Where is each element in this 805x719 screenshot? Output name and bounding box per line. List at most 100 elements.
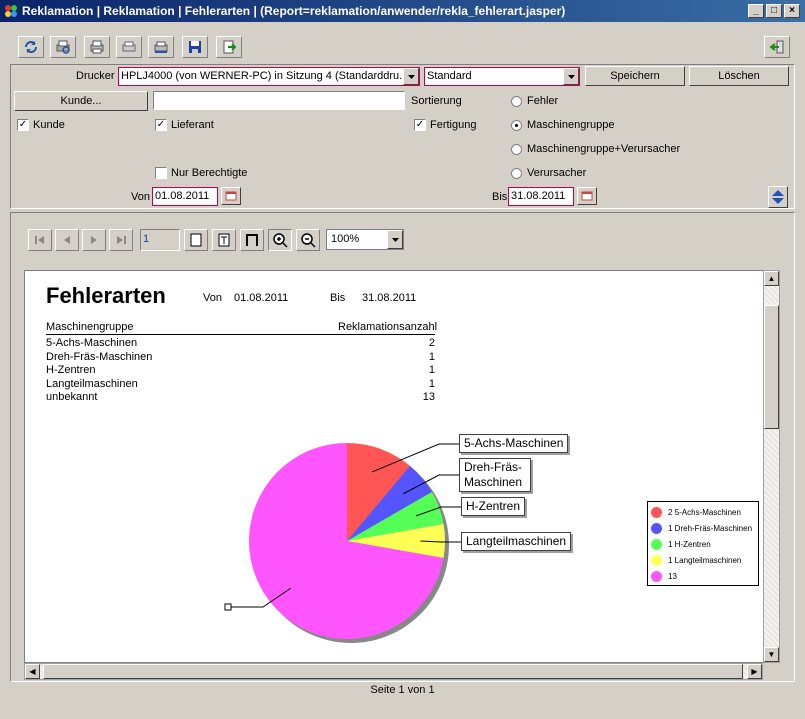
kunde-checkbox[interactable]: ✓ bbox=[17, 119, 29, 131]
printer-setup-button[interactable] bbox=[148, 36, 174, 58]
legend-label: 2 5-Achs-Maschinen bbox=[668, 507, 741, 517]
radio-fehler[interactable] bbox=[511, 96, 522, 107]
calendar-icon bbox=[581, 191, 593, 201]
chart-legend: 2 5-Achs-Maschinen 1 Dreh-Fräs-Maschinen 1… bbox=[647, 501, 759, 586]
chevron-down-icon[interactable] bbox=[563, 68, 579, 85]
callout-label: Langteilmaschinen bbox=[461, 532, 572, 551]
next-page-button[interactable] bbox=[82, 229, 106, 251]
format-value: Standard bbox=[427, 70, 472, 82]
bis-date-field[interactable]: 31.08.2011 bbox=[508, 187, 574, 206]
legend-swatch bbox=[651, 570, 662, 582]
legend-swatch bbox=[651, 522, 662, 534]
next-page-icon bbox=[91, 236, 97, 244]
fit-page-icon bbox=[218, 233, 230, 247]
bis-calendar-button[interactable] bbox=[577, 187, 597, 205]
prev-page-icon bbox=[64, 236, 70, 244]
scroll-up-arrow-icon[interactable]: ▲ bbox=[764, 271, 779, 286]
radio-maschinengruppe[interactable] bbox=[511, 120, 522, 131]
legend-label: 1 Dreh-Fräs-Maschinen bbox=[668, 523, 753, 533]
vertical-scrollbar[interactable]: ▲ ▼ bbox=[763, 270, 780, 663]
kunde-field[interactable] bbox=[153, 91, 405, 110]
collapse-button[interactable] bbox=[768, 186, 788, 208]
exit-icon bbox=[769, 40, 784, 54]
scroll-left-arrow-icon[interactable]: ◀ bbox=[25, 664, 40, 679]
refresh-icon bbox=[25, 41, 37, 53]
print-preview-button[interactable] bbox=[50, 36, 76, 58]
scroll-down-arrow-icon[interactable]: ▼ bbox=[764, 647, 779, 662]
fit-width-button[interactable] bbox=[240, 229, 264, 251]
callout-label: 5-Achs-Maschinen bbox=[459, 434, 569, 453]
legend-item: 1 H-Zentren bbox=[648, 536, 758, 552]
drucker-value: HPLJ4000 (von WERNER-PC) in Sitzung 4 (S… bbox=[121, 70, 409, 82]
page-icon bbox=[190, 233, 202, 247]
chevron-down-icon[interactable] bbox=[387, 230, 403, 249]
empty-callout-box bbox=[224, 603, 232, 611]
page-number-field[interactable]: 1 bbox=[140, 229, 180, 251]
first-page-button[interactable] bbox=[28, 229, 52, 251]
up-down-arrows-icon bbox=[772, 190, 784, 204]
speichern-button[interactable]: Speichern bbox=[585, 66, 685, 86]
legend-item: 13 bbox=[648, 568, 758, 584]
export-button[interactable] bbox=[216, 36, 242, 58]
printer-icon bbox=[122, 41, 136, 52]
legend-label: 13 bbox=[668, 571, 677, 581]
von-calendar-button[interactable] bbox=[221, 187, 241, 205]
radio-maschinengruppe-verursacher[interactable] bbox=[511, 144, 522, 155]
report-page: Fehlerarten Von 01.08.2011 Bis 31.08.201… bbox=[24, 270, 764, 663]
exit-button[interactable] bbox=[764, 36, 790, 58]
zoom-select[interactable]: 100% bbox=[326, 229, 404, 250]
pie-chart bbox=[224, 443, 461, 643]
legend-swatch bbox=[651, 538, 662, 550]
drucker-select[interactable]: HPLJ4000 (von WERNER-PC) in Sitzung 4 (S… bbox=[118, 67, 420, 86]
last-page-button[interactable] bbox=[109, 229, 133, 251]
scroll-right-arrow-icon[interactable]: ▶ bbox=[747, 664, 762, 679]
minimize-button[interactable]: _ bbox=[748, 4, 764, 18]
horizontal-scroll-thumb[interactable] bbox=[43, 664, 743, 679]
printer-setup-icon bbox=[154, 41, 168, 53]
format-select[interactable]: Standard bbox=[424, 67, 580, 86]
first-page-icon bbox=[35, 236, 44, 244]
drucker-label: Drucker bbox=[76, 70, 115, 82]
lieferant-checkbox[interactable]: ✓ bbox=[155, 119, 167, 131]
close-button[interactable]: × bbox=[784, 4, 800, 18]
nur-berechtigte-checkbox[interactable] bbox=[155, 167, 167, 179]
radio-verursacher-label: Verursacher bbox=[527, 167, 587, 179]
printer-button[interactable] bbox=[116, 36, 142, 58]
von-label: Von bbox=[131, 191, 150, 203]
zoom-value: 100% bbox=[331, 233, 360, 245]
horizontal-scrollbar[interactable]: ◀ ▶ bbox=[24, 663, 763, 680]
zoom-in-icon bbox=[273, 233, 288, 248]
prev-page-button[interactable] bbox=[55, 229, 79, 251]
radio-maschinengruppe-verursacher-label: Maschinengruppe+Verursacher bbox=[527, 143, 681, 155]
von-date-field[interactable]: 01.08.2011 bbox=[152, 187, 218, 206]
calendar-icon bbox=[225, 191, 237, 201]
legend-item: 1 Langteilmaschinen bbox=[648, 552, 758, 568]
radio-fehler-label: Fehler bbox=[527, 95, 559, 107]
fertigung-checkbox[interactable]: ✓ bbox=[414, 119, 426, 131]
radio-verursacher[interactable] bbox=[511, 168, 522, 179]
fit-width-icon bbox=[246, 234, 258, 246]
actual-size-button[interactable] bbox=[184, 229, 208, 251]
last-page-icon bbox=[117, 236, 126, 244]
save-icon bbox=[189, 41, 201, 53]
zoom-out-button[interactable] bbox=[296, 229, 320, 251]
chevron-down-icon[interactable] bbox=[403, 68, 419, 85]
loeschen-button[interactable]: Löschen bbox=[689, 66, 789, 86]
fertigung-checkbox-label: Fertigung bbox=[430, 119, 477, 131]
save-button[interactable] bbox=[182, 36, 208, 58]
export-icon bbox=[223, 40, 237, 54]
callout-label: H-Zentren bbox=[461, 497, 526, 516]
vertical-scroll-thumb[interactable] bbox=[764, 305, 779, 429]
sortierung-label: Sortierung bbox=[411, 95, 462, 107]
kunde-button[interactable]: Kunde... bbox=[14, 91, 148, 111]
maximize-button[interactable]: □ bbox=[766, 4, 782, 18]
window-title: Reklamation | Reklamation | Fehlerarten … bbox=[22, 4, 566, 18]
zoom-in-button[interactable] bbox=[268, 229, 292, 251]
callout-label: Dreh-Fräs-Maschinen bbox=[459, 458, 531, 492]
fit-page-button[interactable] bbox=[212, 229, 236, 251]
print-button[interactable] bbox=[84, 36, 110, 58]
legend-item: 1 Dreh-Fräs-Maschinen bbox=[648, 520, 758, 536]
legend-swatch bbox=[651, 554, 662, 566]
refresh-button[interactable] bbox=[18, 36, 44, 58]
legend-item: 2 5-Achs-Maschinen bbox=[648, 504, 758, 520]
